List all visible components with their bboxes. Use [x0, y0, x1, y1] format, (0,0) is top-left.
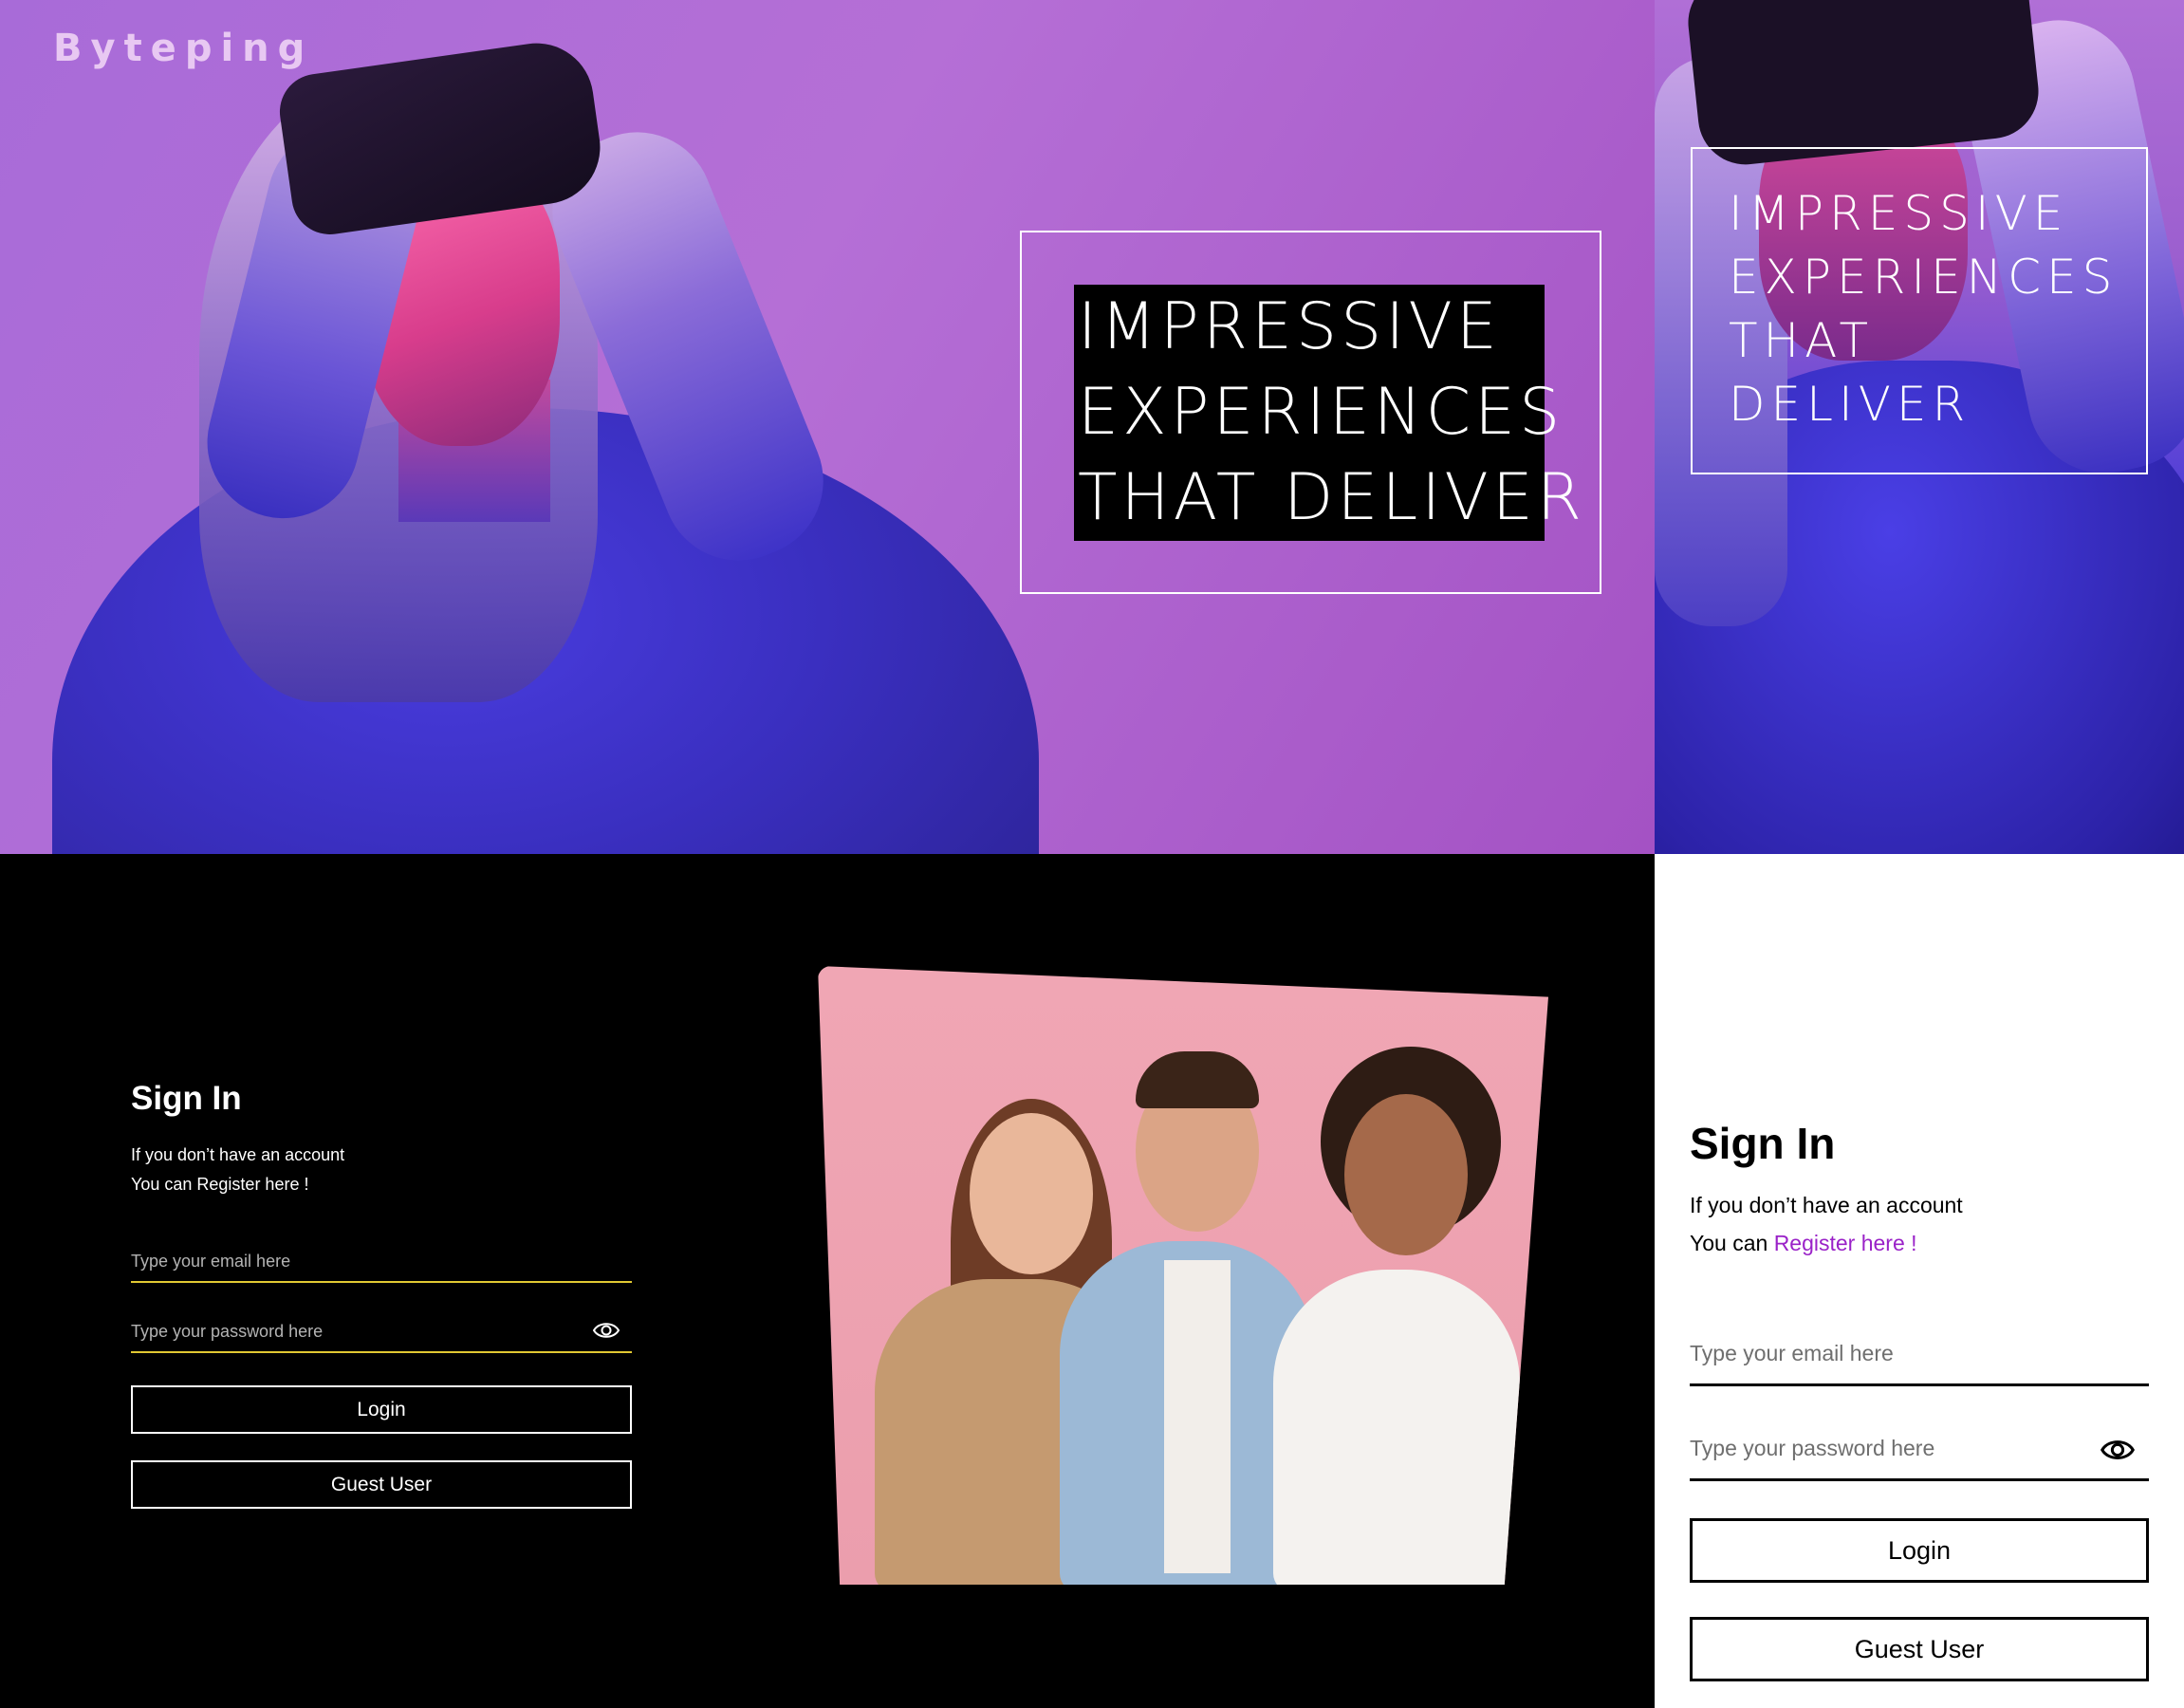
hero-mobile-headline-line-2: EXPERIENCES	[1729, 250, 2119, 305]
signin-subtitle: If you don’t have an account You can Reg…	[131, 1141, 344, 1199]
email-input[interactable]	[131, 1241, 632, 1281]
email-field	[131, 1241, 632, 1283]
signin-mobile-no-account-text: If you don’t have an account	[1690, 1193, 1963, 1217]
eye-icon[interactable]	[592, 1319, 620, 1342]
hero-headline: IMPRESSIVE EXPERIENCES THAT DELIVER	[1074, 285, 1586, 541]
guest-user-button-mobile[interactable]: Guest User	[1690, 1617, 2149, 1681]
photo-person-2-hair	[1136, 1051, 1259, 1108]
hero-headline-line-2: EXPERIENCES	[1078, 375, 1564, 450]
eye-icon[interactable]	[2100, 1436, 2136, 1464]
photo-person-1-head	[970, 1113, 1093, 1274]
team-photo	[818, 966, 1548, 1585]
hero-mobile-headline-line-1: IMPRESSIVE	[1729, 186, 2069, 241]
email-field-mobile	[1690, 1324, 2149, 1386]
signin-mobile-title: Sign In	[1690, 1119, 1836, 1168]
email-input-mobile[interactable]	[1690, 1324, 2149, 1383]
password-input-mobile[interactable]	[1690, 1419, 2149, 1478]
photo-person-3-head	[1344, 1094, 1468, 1255]
register-link-mobile[interactable]: Register here !	[1774, 1231, 1917, 1255]
signin-mobile-subtitle: If you don’t have an account You can Reg…	[1690, 1186, 1963, 1262]
hero-mobile-headline-line-4: DELIVER	[1729, 377, 1971, 432]
password-field-mobile	[1690, 1419, 2149, 1481]
login-button[interactable]: Login	[131, 1385, 632, 1434]
guest-user-button[interactable]: Guest User	[131, 1460, 632, 1509]
brand-logo[interactable]: Byteping	[53, 27, 313, 70]
hero-desktop: Byteping IMPRESSIVE EXPERIENCES THAT DEL…	[0, 0, 1655, 854]
hero-mobile-headline-line-3: THAT	[1729, 313, 1875, 368]
photo-person-3-body	[1273, 1270, 1520, 1585]
hero-headline-line-3: THAT DELIVER	[1078, 460, 1586, 535]
signin-no-account-text: If you don’t have an account	[131, 1145, 345, 1164]
hero-headline-line-1: IMPRESSIVE	[1078, 289, 1501, 364]
signin-mobile: Sign In If you don’t have an account You…	[1655, 854, 2184, 1708]
signin-mobile-you-can-text: You can	[1690, 1231, 1774, 1255]
signin-title: Sign In	[131, 1080, 242, 1117]
photo-person-2-shirt	[1164, 1260, 1231, 1573]
hero-mobile-headline: IMPRESSIVE EXPERIENCES THAT DELIVER	[1729, 182, 2118, 436]
password-field	[131, 1311, 632, 1353]
register-link[interactable]: Register here !	[196, 1175, 308, 1194]
hero-mobile: IMPRESSIVE EXPERIENCES THAT DELIVER	[1655, 0, 2184, 854]
signin-you-can-text: You can	[131, 1175, 197, 1194]
login-button-mobile[interactable]: Login	[1690, 1518, 2149, 1583]
signin-desktop: Sign In If you don’t have an account You…	[0, 854, 1655, 1708]
password-input[interactable]	[131, 1311, 632, 1351]
